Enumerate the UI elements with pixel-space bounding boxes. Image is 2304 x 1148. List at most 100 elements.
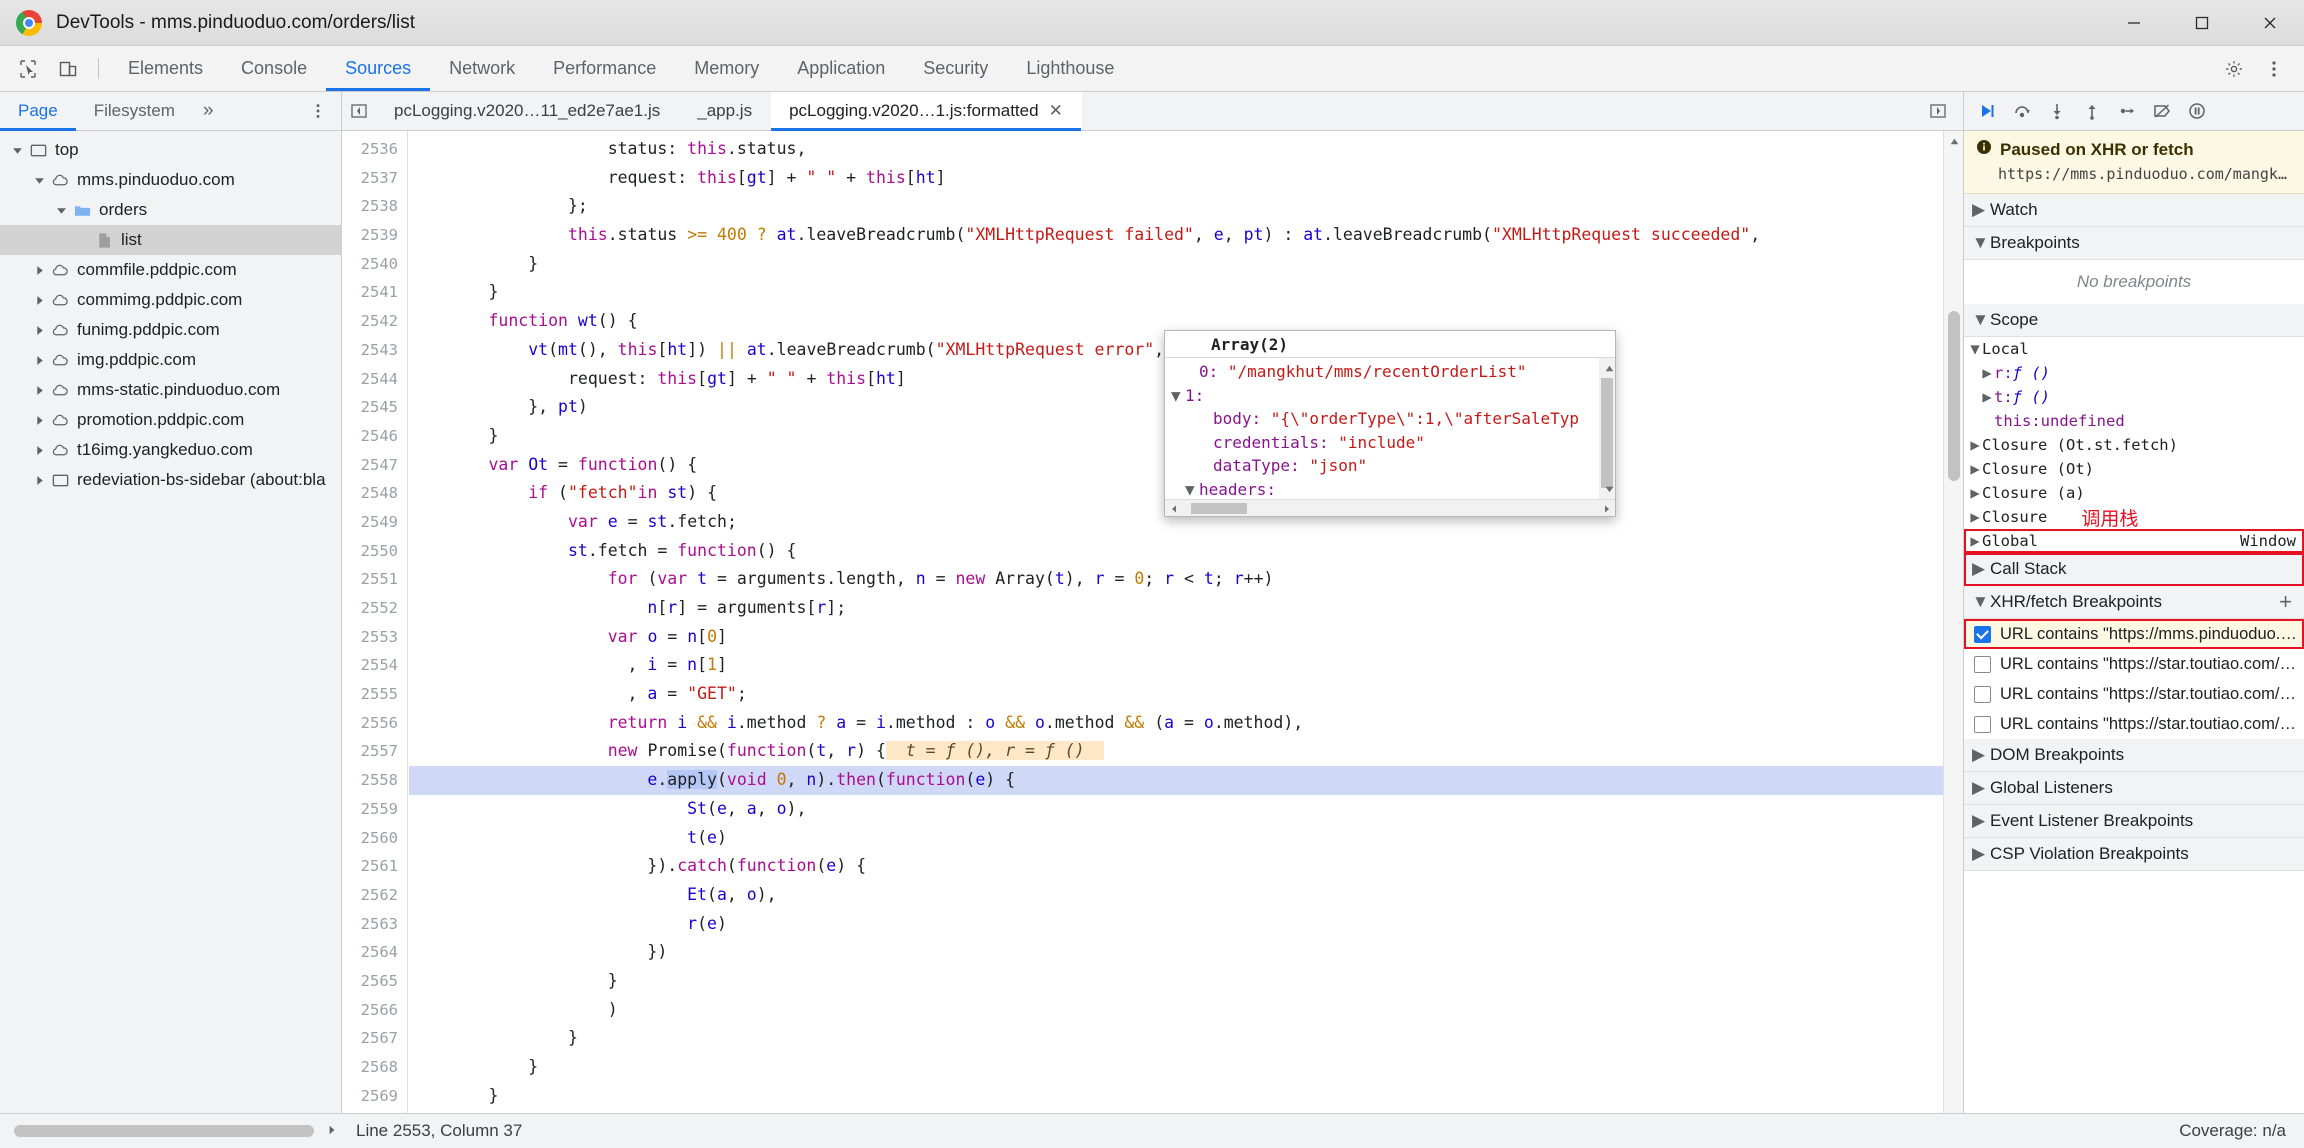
editor-panel-expand-icon[interactable]	[1921, 102, 1955, 120]
object-property-row[interactable]: 0: "/mangkhut/mms/recentOrderList"	[1165, 360, 1615, 384]
tree-item-list[interactable]: list	[0, 225, 341, 255]
tab-network[interactable]: Network	[430, 46, 534, 91]
chevron-right-icon[interactable]	[30, 385, 48, 396]
step-out-icon[interactable]	[2075, 95, 2108, 128]
close-button[interactable]	[2236, 0, 2304, 46]
tree-item-commfile-pddpic-com[interactable]: commfile.pddpic.com	[0, 255, 341, 285]
line-number[interactable]: 2560	[342, 824, 407, 853]
tab-memory[interactable]: Memory	[675, 46, 778, 91]
code-line[interactable]: n[r] = arguments[r];	[409, 594, 1963, 623]
editor-tab-nav-icon[interactable]	[342, 92, 376, 130]
code-line[interactable]: var o = n[0]	[409, 623, 1963, 652]
scope-row-closure-ot-[interactable]: ▶ Closure (Ot)	[1964, 457, 2304, 481]
tab-lighthouse[interactable]: Lighthouse	[1007, 46, 1133, 91]
chevron-down-icon[interactable]: ▼	[1185, 478, 1199, 500]
source-code[interactable]: status: this.status, request: this[gt] +…	[409, 131, 1963, 1148]
section-global-listeners[interactable]: ▶ Global Listeners	[1964, 772, 2304, 805]
tab-console[interactable]: Console	[222, 46, 326, 91]
scope-row-r[interactable]: ▶ r: ƒ ()	[1964, 361, 2304, 385]
chevron-right-icon[interactable]: ▶	[1980, 388, 1994, 406]
code-line[interactable]: for (var t = arguments.length, n = new A…	[409, 565, 1963, 594]
chevron-right-icon[interactable]	[30, 325, 48, 336]
line-number[interactable]: 2544	[342, 365, 407, 394]
chevron-right-icon[interactable]	[30, 475, 48, 486]
chevron-right-icon[interactable]: ▶	[1968, 436, 1982, 454]
section-event-listener-breakpoints[interactable]: ▶ Event Listener Breakpoints	[1964, 805, 2304, 838]
line-number[interactable]: 2540	[342, 250, 407, 279]
tree-item-redeviation-bs-sidebar-about-bla[interactable]: redeviation-bs-sidebar (about:bla	[0, 465, 341, 495]
xhr-breakpoint-row[interactable]: URL contains "https://mms.pinduoduo.com/…	[1964, 619, 2304, 649]
executing-code-line[interactable]: e.apply(void 0, n).then(function(e) {	[409, 766, 1963, 795]
tab-security[interactable]: Security	[904, 46, 1007, 91]
scroll-up-icon[interactable]	[1944, 131, 1963, 151]
line-number[interactable]: 2553	[342, 623, 407, 652]
tree-item-commimg-pddpic-com[interactable]: commimg.pddpic.com	[0, 285, 341, 315]
tree-item-mms-pinduoduo-com[interactable]: mms.pinduoduo.com	[0, 165, 341, 195]
chevron-right-icon[interactable]	[30, 415, 48, 426]
object-property-row[interactable]: dataType: "json"	[1165, 454, 1615, 478]
editor-vertical-scrollbar[interactable]	[1943, 131, 1963, 1126]
line-number[interactable]: 2543	[342, 336, 407, 365]
chevron-right-icon[interactable]: ▶	[1968, 460, 1982, 478]
tree-item-img-pddpic-com[interactable]: img.pddpic.com	[0, 345, 341, 375]
deactivate-breakpoints-icon[interactable]	[2145, 95, 2178, 128]
xhr-breakpoint-row[interactable]: URL contains "https://star.toutiao.com/h…	[1964, 649, 2304, 679]
nav-tab-page[interactable]: Page	[0, 92, 76, 131]
editor-tab-pclogging-original[interactable]: pcLogging.v2020…11_ed2e7ae1.js	[376, 92, 679, 130]
line-number[interactable]: 2551	[342, 565, 407, 594]
navigator-horizontal-scrollbar[interactable]	[14, 1125, 314, 1137]
resume-script-icon[interactable]	[1970, 95, 2003, 128]
code-line[interactable]: })	[409, 938, 1963, 967]
step-over-icon[interactable]	[2005, 95, 2038, 128]
line-number[interactable]: 2565	[342, 967, 407, 996]
editor-tab-pclogging-formatted[interactable]: pcLogging.v2020…1.js:formatted ✕	[771, 92, 1082, 131]
code-line[interactable]: }	[409, 1053, 1963, 1082]
chevron-down-icon[interactable]	[52, 205, 70, 216]
kebab-menu-icon[interactable]	[2254, 59, 2294, 79]
code-line[interactable]: )	[409, 996, 1963, 1025]
section-csp-violation-breakpoints[interactable]: ▶ CSP Violation Breakpoints	[1964, 838, 2304, 871]
code-line[interactable]: , i = n[1]	[409, 651, 1963, 680]
inspect-cursor-icon[interactable]	[8, 46, 48, 91]
section-watch[interactable]: ▶ Watch	[1964, 194, 2304, 227]
section-dom-breakpoints[interactable]: ▶ DOM Breakpoints	[1964, 739, 2304, 772]
code-line[interactable]: }	[409, 967, 1963, 996]
chevron-right-icon[interactable]	[30, 265, 48, 276]
line-number[interactable]: 2564	[342, 938, 407, 967]
line-number[interactable]: 2547	[342, 451, 407, 480]
code-line[interactable]: request: this[gt] + " " + this[ht]	[409, 164, 1963, 193]
scope-row-t[interactable]: ▶ t: ƒ ()	[1964, 385, 2304, 409]
xhr-breakpoint-row[interactable]: URL contains "https://star.toutiao.com/v…	[1964, 679, 2304, 709]
code-line[interactable]: , a = "GET";	[409, 680, 1963, 709]
code-line[interactable]: }).catch(function(e) {	[409, 852, 1963, 881]
tree-item-t16img-yangkeduo-com[interactable]: t16img.yangkeduo.com	[0, 435, 341, 465]
code-line[interactable]: return i && i.method ? a = i.method : o …	[409, 709, 1963, 738]
tab-elements[interactable]: Elements	[109, 46, 222, 91]
xhr-breakpoint-checkbox[interactable]	[1974, 685, 1991, 703]
line-number[interactable]: 2548	[342, 479, 407, 508]
line-number[interactable]: 2552	[342, 594, 407, 623]
code-line[interactable]: this.status >= 400 ? at.leaveBreadcrumb(…	[409, 221, 1963, 250]
line-number[interactable]: 2558	[342, 766, 407, 795]
nav-tab-filesystem[interactable]: Filesystem	[76, 92, 193, 130]
scope-row-closure-ot-st-fetch-[interactable]: ▶ Closure (Ot.st.fetch)	[1964, 433, 2304, 457]
line-number[interactable]: 2561	[342, 852, 407, 881]
tab-performance[interactable]: Performance	[534, 46, 675, 91]
gear-icon[interactable]	[2214, 59, 2254, 79]
object-property-row[interactable]: ▼ headers:	[1165, 478, 1615, 500]
code-line[interactable]: new Promise(function(t, r) { t = ƒ (), r…	[409, 737, 1963, 766]
line-number[interactable]: 2562	[342, 881, 407, 910]
line-number[interactable]: 2549	[342, 508, 407, 537]
line-number[interactable]: 2537	[342, 164, 407, 193]
device-toolbar-icon[interactable]	[48, 46, 88, 91]
tab-sources[interactable]: Sources	[326, 46, 431, 91]
xhr-breakpoint-checkbox[interactable]	[1974, 655, 1991, 673]
chevron-right-icon[interactable]	[30, 445, 48, 456]
section-scope[interactable]: ▼ Scope	[1964, 304, 2304, 337]
tree-item-orders[interactable]: orders	[0, 195, 341, 225]
line-number[interactable]: 2559	[342, 795, 407, 824]
line-number[interactable]: 2542	[342, 307, 407, 336]
editor-scroll-thumb[interactable]	[1948, 311, 1960, 481]
code-line[interactable]: r(e)	[409, 910, 1963, 939]
code-line[interactable]: t(e)	[409, 824, 1963, 853]
